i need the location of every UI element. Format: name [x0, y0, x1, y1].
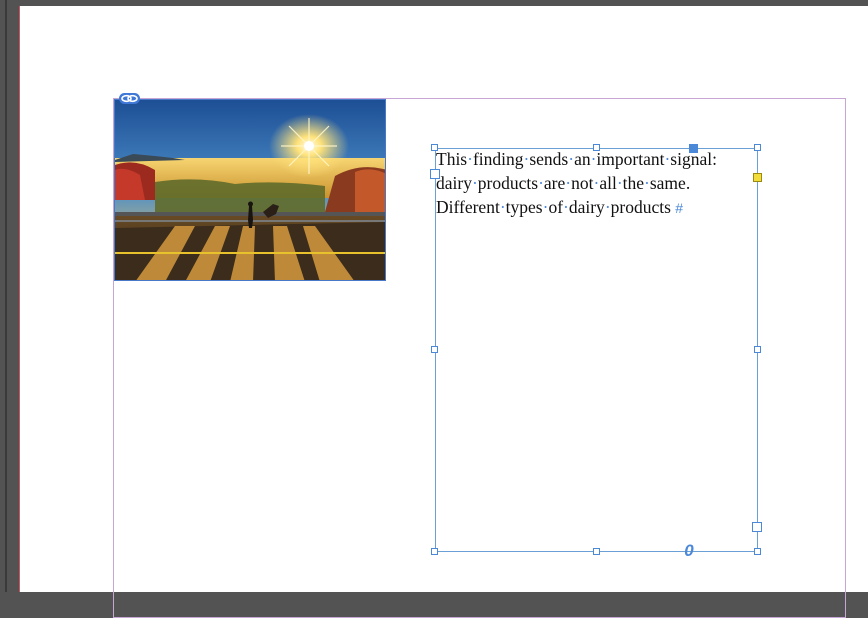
handle-top-right[interactable] — [754, 144, 761, 151]
frame-text-content[interactable]: This·finding·sends·an·important·signal: … — [436, 147, 759, 220]
handle-bottom-left[interactable] — [431, 548, 438, 555]
text-line-2: dairy·products·are·not·all·the·same. — [436, 173, 691, 193]
in-port-handle[interactable] — [430, 169, 440, 179]
space-marker: · — [616, 173, 623, 193]
space-marker: · — [644, 173, 650, 193]
handle-top-middle[interactable] — [593, 144, 600, 151]
landscape-image — [115, 100, 385, 280]
out-port-handle[interactable] — [752, 522, 762, 532]
space-marker: · — [664, 149, 671, 169]
live-corner-handle[interactable] — [753, 173, 762, 182]
handle-bottom-right[interactable] — [754, 548, 761, 555]
space-marker: · — [538, 173, 544, 193]
space-marker: · — [604, 197, 611, 217]
space-marker: · — [568, 149, 575, 169]
text-line-3: Different·types·of·dairy·products # — [436, 197, 684, 217]
corner-options-handle[interactable] — [689, 144, 698, 153]
handle-middle-left[interactable] — [431, 346, 438, 353]
space-marker: · — [542, 197, 549, 217]
space-marker: · — [467, 149, 473, 169]
space-marker: · — [563, 197, 569, 217]
overset-text-indicator[interactable]: 0 — [682, 542, 696, 560]
spread-edge — [5, 0, 7, 592]
space-marker: · — [499, 197, 506, 217]
image-frame[interactable] — [114, 99, 386, 281]
space-marker: · — [593, 173, 600, 193]
space-marker: · — [471, 173, 478, 193]
handle-middle-right[interactable] — [754, 346, 761, 353]
link-icon[interactable] — [119, 93, 140, 104]
handle-bottom-middle[interactable] — [593, 548, 600, 555]
space-marker: · — [565, 173, 572, 193]
space-marker: · — [590, 149, 597, 169]
end-of-story-marker: # — [675, 200, 684, 216]
space-marker: · — [523, 149, 530, 169]
handle-top-left[interactable] — [431, 144, 438, 151]
